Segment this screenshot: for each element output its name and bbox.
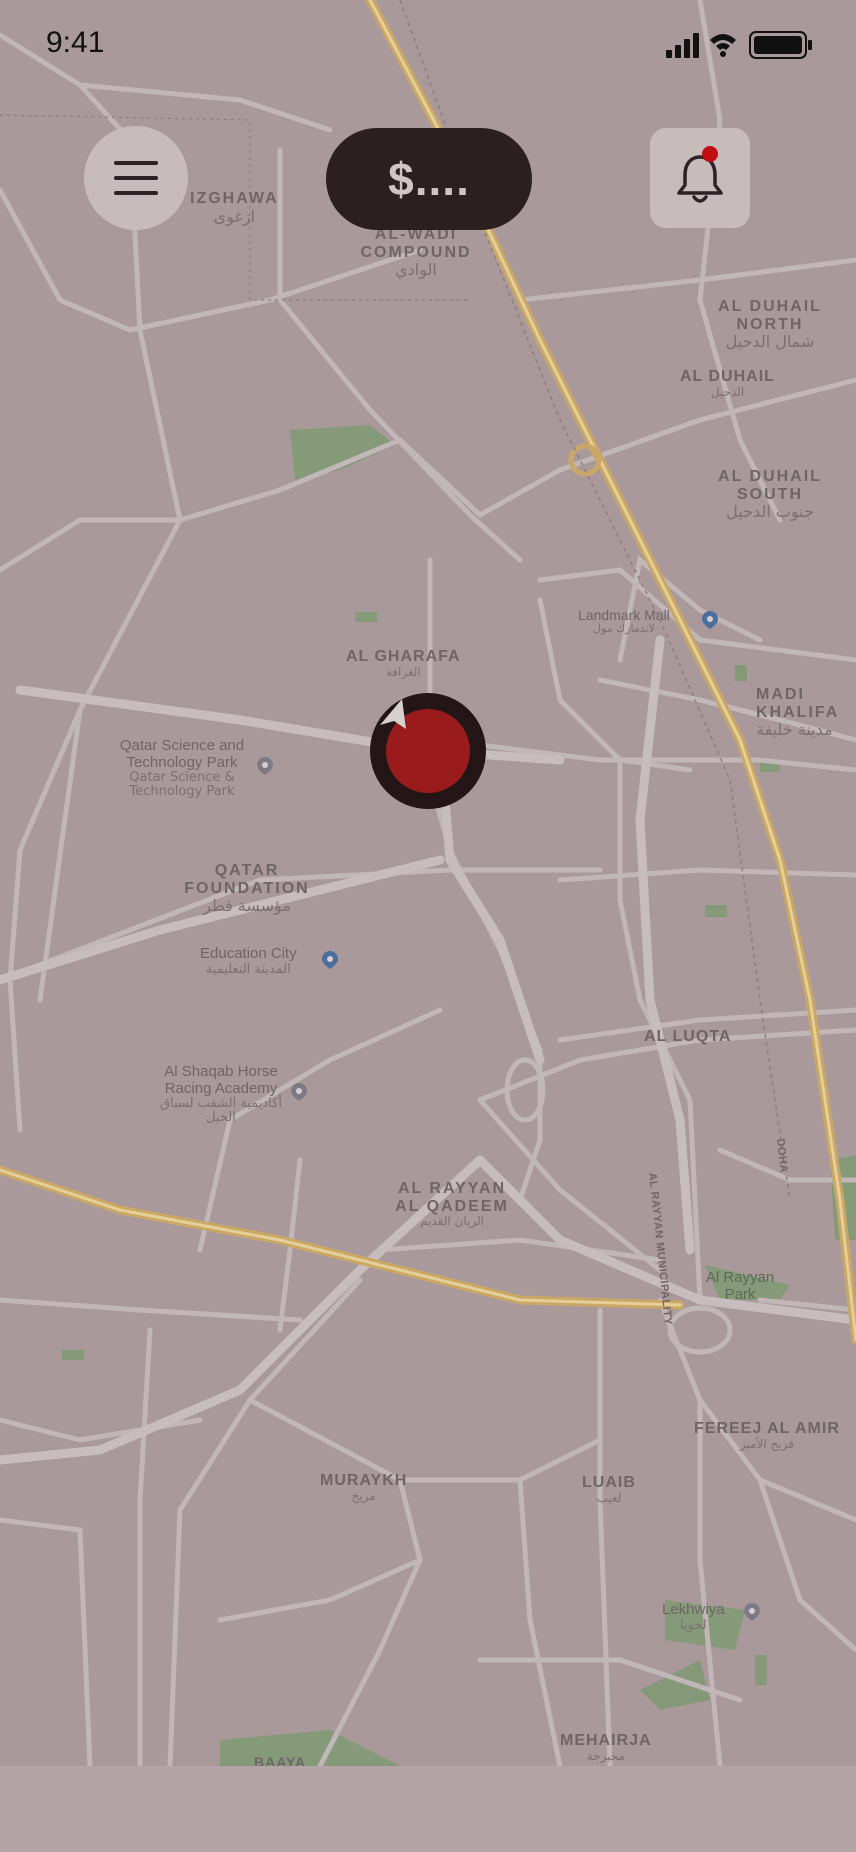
map-label-mehairja: MEHAIRJA محيرجة — [560, 1732, 652, 1763]
status-time: 9:41 — [46, 26, 105, 59]
menu-button[interactable] — [84, 126, 188, 230]
map-label-al-duhail-south: AL DUHAIL SOUTH جنوب الدحيل — [700, 468, 840, 521]
map-label-fereej-al-amir: FEREEJ AL AMIR فريج الأمير — [694, 1420, 840, 1451]
area-name-ar: جنوب الدحيل — [726, 502, 814, 522]
poi-name: Education City — [200, 945, 297, 962]
screen: IZGHAWA ازغوى AL-WADI COMPOUND الوادي AL… — [0, 0, 856, 1852]
notification-badge — [702, 146, 718, 162]
bell-icon — [677, 155, 723, 203]
wifi-icon — [710, 34, 736, 57]
poi-name: Al Shaqab Horse Racing Academy — [164, 1063, 278, 1097]
map-pin-icon[interactable] — [289, 1082, 309, 1102]
area-name-ar: فريج الأمير — [739, 1436, 794, 1451]
poi-name-ar: لاندمارك مول — [593, 622, 655, 636]
map-label-al-luqta: AL LUQTA — [644, 1028, 731, 1046]
poi-name: Landmark Mall — [578, 607, 670, 623]
poi-education-city[interactable]: Education City المدينة التعليمية — [200, 945, 297, 977]
area-name: QATAR FOUNDATION — [184, 862, 310, 897]
notifications-button[interactable] — [650, 128, 750, 228]
area-name: MEHAIRJA — [560, 1732, 652, 1749]
map-pin-icon[interactable] — [320, 950, 340, 970]
area-name: MADI KHALIFA — [756, 686, 840, 721]
area-name: AL DUHAIL — [680, 368, 775, 385]
map-pin-icon[interactable] — [742, 1602, 762, 1622]
poi-al-rayyan-park[interactable]: Al Rayyan Park — [700, 1269, 780, 1303]
hamburger-menu-icon — [114, 161, 158, 195]
current-location-marker-inner — [380, 699, 470, 793]
map-label-al-duhail: AL DUHAIL الدحيل — [680, 368, 775, 399]
area-name-ar: لعيب — [596, 1490, 622, 1505]
bottom-sheet — [0, 1766, 856, 1852]
map-label-luaib: LUAIB لعيب — [582, 1474, 636, 1505]
map-label-al-gharafa: AL GHARAFA الغرافة — [346, 648, 461, 679]
poi-name-ar: Qatar Science & Technology Park — [129, 770, 235, 800]
area-name: AL DUHAIL SOUTH — [718, 468, 822, 503]
area-name-ar: الغرافة — [385, 664, 421, 679]
signal-icon — [666, 33, 699, 58]
area-name: IZGHAWA — [190, 190, 279, 207]
poi-name: Qatar Science and Technology Park — [119, 737, 245, 771]
map-view[interactable]: IZGHAWA ازغوى AL-WADI COMPOUND الوادي AL… — [0, 0, 856, 1770]
area-name-ar: الدحيل — [710, 384, 745, 399]
map-pin-icon[interactable] — [700, 610, 720, 630]
area-name-ar: مؤسسة قطر — [203, 896, 291, 916]
navigation-arrow-icon — [380, 699, 406, 729]
map-pin-icon[interactable] — [255, 756, 275, 776]
area-name-ar: الريان القديم — [420, 1214, 484, 1229]
poi-qatar-science-technology-park[interactable]: Qatar Science and Technology Park Qatar … — [106, 737, 258, 800]
balance-pill[interactable]: $.... — [326, 128, 532, 230]
map-label-al-wadi-compound: AL-WADI COMPOUND الوادي — [346, 226, 486, 279]
battery-icon — [749, 31, 812, 59]
area-name: LUAIB — [582, 1474, 636, 1491]
balance-text: $.... — [388, 153, 470, 205]
area-name: MURAYKH — [320, 1472, 408, 1489]
area-name: AL-WADI COMPOUND — [360, 226, 472, 261]
current-location-marker[interactable] — [370, 693, 486, 809]
map-label-muraykh: MURAYKH مريخ — [320, 1472, 407, 1503]
map-label-al-duhail-north: AL DUHAIL NORTH شمال الدحيل — [700, 298, 840, 351]
status-icons — [666, 31, 812, 59]
map-label-madinat-khalifa: MADI KHALIFA مدينة خليفة — [756, 686, 856, 739]
poi-name-ar: أكاديمية الشقب لسباق الخيل — [160, 1096, 282, 1126]
area-name: AL DUHAIL NORTH — [718, 298, 822, 333]
poi-al-shaqab-horse-racing-academy[interactable]: Al Shaqab Horse Racing Academy أكاديمية … — [150, 1063, 292, 1126]
area-name: AL RAYYAN AL QADEEM — [395, 1180, 509, 1215]
area-name-ar: مدينة خليفة — [756, 720, 833, 739]
area-name-ar: الوادي — [395, 260, 437, 280]
map-label-al-rayyan-al-qadeem: AL RAYYAN AL QADEEM الريان القديم — [392, 1180, 512, 1228]
poi-name: Al Rayyan Park — [705, 1269, 775, 1303]
area-name: FEREEJ AL AMIR — [694, 1420, 840, 1437]
map-label-qatar-foundation: QATAR FOUNDATION مؤسسة قطر — [168, 862, 326, 915]
poi-lekhwiya[interactable]: Lekhwiya لخويا — [662, 1601, 725, 1633]
map-label-izghawa: IZGHAWA ازغوى — [190, 190, 279, 225]
area-name-ar: مريخ — [351, 1488, 376, 1503]
poi-name-ar: لخويا — [679, 1617, 707, 1633]
poi-landmark-mall[interactable]: Landmark Mall لاندمارك مول — [578, 607, 670, 636]
area-name-ar: شمال الدحيل — [725, 332, 815, 352]
poi-name: Lekhwiya — [662, 1601, 725, 1618]
area-name-ar: محيرجة — [586, 1748, 625, 1763]
area-name: AL LUQTA — [644, 1028, 732, 1045]
area-name-ar: ازغوى — [213, 206, 255, 226]
poi-name-ar: المدينة التعليمية — [205, 961, 291, 977]
area-name: AL GHARAFA — [346, 648, 461, 665]
